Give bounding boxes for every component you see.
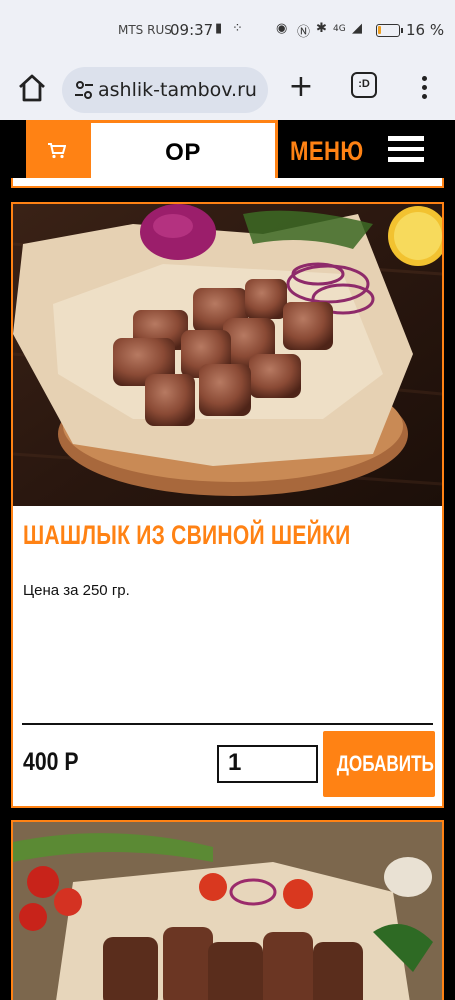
clock: 09:37 (170, 21, 214, 39)
battery-percent: 16 % (406, 21, 445, 39)
eye-icon: ◉ (276, 21, 288, 36)
previous-card-edge (11, 178, 444, 188)
app-notification-icon: ⁘ (232, 21, 243, 36)
product-image (13, 204, 442, 506)
battery-icon (376, 24, 403, 37)
battery-saver-icon: ▮ (215, 21, 223, 36)
signal-icon: ◢ (352, 21, 362, 36)
cart-icon (48, 143, 66, 159)
carrier-label: MTS RUS (118, 23, 172, 37)
address-bar[interactable]: ashlik-tambov.ru (62, 67, 268, 113)
product-description: Цена за 250 гр. (23, 582, 130, 599)
cart-button[interactable] (26, 120, 88, 182)
product-image (13, 822, 442, 1000)
network-type-icon: 4G (333, 24, 346, 34)
status-bar: MTS RUS 09:37 ▮ ⁘ ◉ Ⓝ ✱ 4G ◢ 16 % (0, 0, 455, 60)
search-field[interactable]: ОР (88, 120, 278, 182)
quantity-input[interactable]: 1 (217, 745, 318, 783)
product-card: ШАШЛЫК ИЗ СВИНОЙ ШЕЙКИ Цена за 250 гр. 4… (11, 202, 444, 808)
site-settings-icon[interactable] (74, 80, 94, 100)
product-card (11, 820, 444, 1000)
site-header: ОР МЕНЮ (0, 120, 455, 182)
url-text: ashlik-tambov.ru (98, 79, 257, 101)
browser-toolbar: ashlik-tambov.ru + :D (0, 60, 455, 120)
product-price: 400 Р (23, 748, 79, 776)
add-to-cart-label: ДОБАВИТЬ (336, 751, 434, 776)
home-icon[interactable] (14, 70, 50, 106)
hamburger-icon[interactable] (388, 136, 424, 166)
bluetooth-icon: ✱ (316, 21, 327, 36)
product-title[interactable]: ШАШЛЫК ИЗ СВИНОЙ ШЕЙКИ (23, 520, 350, 551)
tab-switcher-icon[interactable]: :D (351, 72, 377, 98)
nfc-icon: Ⓝ (297, 25, 311, 40)
overflow-menu-icon[interactable] (414, 72, 434, 108)
new-tab-icon[interactable]: + (286, 70, 316, 106)
search-text: ОР (165, 139, 201, 166)
menu-link[interactable]: МЕНЮ (290, 136, 364, 167)
divider (22, 723, 433, 725)
add-to-cart-button[interactable]: ДОБАВИТЬ (323, 731, 435, 797)
